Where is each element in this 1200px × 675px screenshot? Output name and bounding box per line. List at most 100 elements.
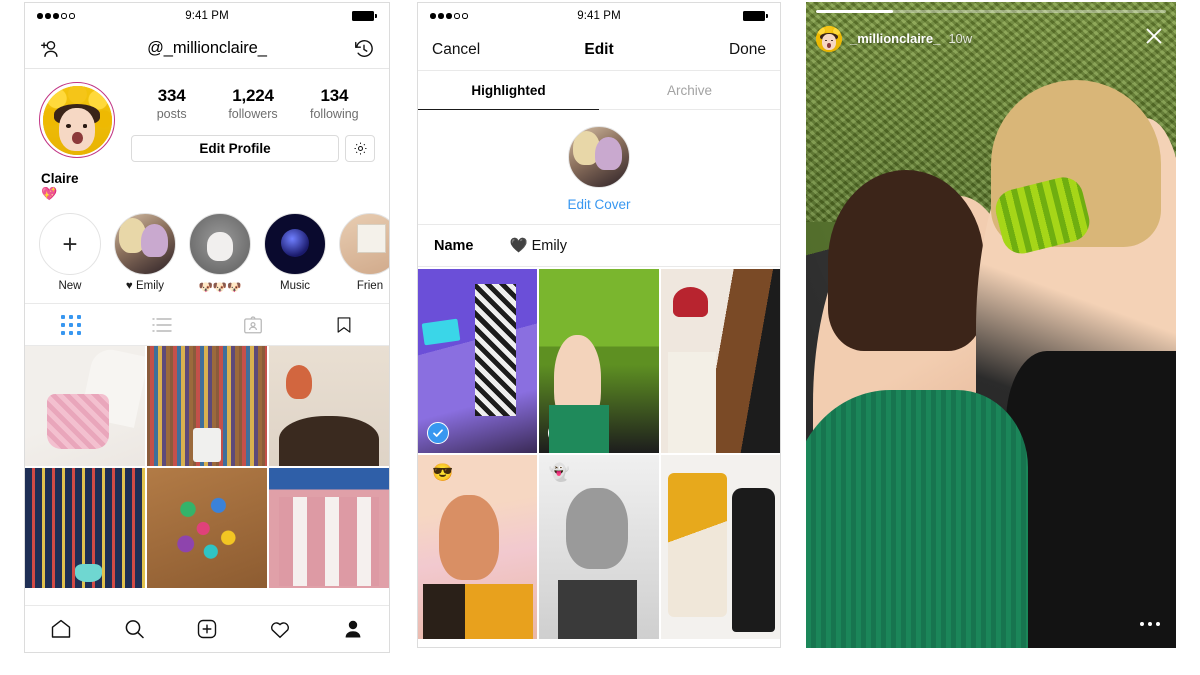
story-cell[interactable] <box>418 269 538 453</box>
plus-square-icon <box>197 619 217 639</box>
story-progress-bar <box>816 10 1166 13</box>
battery-icon <box>743 11 768 21</box>
name-field-value[interactable]: 🖤 Emily <box>510 237 568 254</box>
selected-check-icon[interactable] <box>669 421 692 444</box>
battery-icon <box>352 11 377 21</box>
home-icon <box>52 619 71 638</box>
story-cell[interactable] <box>660 454 780 639</box>
story-highlights-row[interactable]: + New ♥ Emily 🐶🐶🐶 Music Frien <box>25 201 389 305</box>
story-media[interactable] <box>806 2 1176 648</box>
following-count: 134 <box>320 86 349 105</box>
profile-tab[interactable] <box>316 617 389 641</box>
story-cell[interactable]: 😎 <box>418 454 538 639</box>
name-field-row[interactable]: Name 🖤 Emily <box>418 225 780 267</box>
selected-check-icon[interactable] <box>548 421 571 444</box>
ghost-emoji-sticker: 👻 <box>548 463 571 483</box>
post-grid[interactable] <box>25 346 389 589</box>
post-thumbnail[interactable] <box>269 346 389 467</box>
saved-tab[interactable] <box>298 304 389 345</box>
posts-count: 334 <box>157 86 186 105</box>
following-label: following <box>310 107 359 121</box>
tagged-person-icon <box>243 316 262 334</box>
post-thumbnail[interactable] <box>25 468 145 589</box>
status-bar-time: 9:41 PM <box>185 10 229 22</box>
tab-archive[interactable]: Archive <box>599 71 780 109</box>
cancel-button[interactable]: Cancel <box>432 41 480 59</box>
followers-count: 1,224 <box>232 86 274 105</box>
highlight-dogs[interactable]: 🐶🐶🐶 <box>189 213 251 294</box>
add-person-icon[interactable] <box>37 36 63 62</box>
archive-clock-icon[interactable] <box>351 36 377 62</box>
profile-bio: Claire 💖 <box>25 162 389 201</box>
profile-summary: 334 posts 1,224 followers 134 following … <box>25 69 389 162</box>
highlight-friends[interactable]: Frien <box>339 213 389 294</box>
status-bar-time: 9:41 PM <box>577 10 621 22</box>
highlight-label: 🐶🐶🐶 <box>198 282 242 295</box>
done-button[interactable]: Done <box>729 41 766 59</box>
highlight-label: Music <box>279 280 311 293</box>
highlight-emily[interactable]: ♥ Emily <box>114 213 176 294</box>
edit-segment-tabs[interactable]: Highlighted Archive <box>418 71 780 110</box>
edit-profile-button[interactable]: Edit Profile <box>131 135 339 162</box>
followers-label: followers <box>228 107 278 121</box>
close-icon[interactable] <box>1142 24 1166 53</box>
profile-display-name: Claire <box>41 171 79 186</box>
plus-icon: + <box>62 229 78 260</box>
stat-posts[interactable]: 334 posts <box>131 86 212 121</box>
sunglasses-emoji-sticker: 😎 <box>432 463 454 483</box>
posts-label: posts <box>156 107 187 121</box>
heart-icon <box>270 622 289 639</box>
status-bar: 9:41 PM <box>418 3 780 29</box>
story-header: _millionclaire_ 10w <box>816 24 1166 53</box>
bookmark-icon <box>337 317 350 333</box>
post-thumbnail[interactable] <box>147 346 267 467</box>
stat-following[interactable]: 134 following <box>294 86 375 121</box>
highlight-label: ♥ Emily <box>125 280 165 293</box>
highlight-music[interactable]: Music <box>264 213 326 294</box>
grid-icon <box>60 314 81 335</box>
story-cell[interactable] <box>660 269 780 453</box>
create-tab[interactable] <box>171 617 244 641</box>
name-field-label: Name <box>434 237 474 254</box>
search-tab[interactable] <box>98 617 171 641</box>
list-tab[interactable] <box>116 304 207 345</box>
gear-icon[interactable] <box>345 135 375 162</box>
bottom-navigation-bar[interactable] <box>25 605 389 652</box>
story-avatar[interactable] <box>816 25 842 52</box>
list-icon <box>151 318 172 332</box>
story-username[interactable]: _millionclaire_ <box>850 31 940 46</box>
phone-story-viewer: _millionclaire_ 10w <box>806 2 1176 648</box>
post-thumbnail[interactable] <box>269 468 389 589</box>
profile-avatar[interactable] <box>39 82 115 158</box>
highlight-new[interactable]: + New <box>39 213 101 294</box>
highlight-label: Frien <box>356 280 384 293</box>
home-tab[interactable] <box>25 617 98 641</box>
phone-edit-highlight-screen: 9:41 PM Cancel Edit Done Highlighted Arc… <box>417 2 781 648</box>
grid-tab[interactable] <box>25 304 116 345</box>
edit-nav-bar: Cancel Edit Done <box>418 29 780 71</box>
tagged-tab[interactable] <box>207 304 298 345</box>
story-timestamp: 10w <box>948 31 973 46</box>
tab-highlighted[interactable]: Highlighted <box>418 71 599 110</box>
story-cell[interactable] <box>539 269 659 453</box>
archived-stories-grid[interactable]: 😎 👻 <box>418 267 780 639</box>
post-thumbnail[interactable] <box>147 468 267 589</box>
profile-stats: 334 posts 1,224 followers 134 following <box>131 86 375 121</box>
profile-nav-bar: @_millionclaire_ <box>25 29 389 69</box>
cover-section: Edit Cover <box>418 110 780 225</box>
status-bar: 9:41 PM <box>25 3 389 29</box>
person-icon <box>345 620 360 638</box>
profile-bio-emoji: 💖 <box>41 186 58 201</box>
profile-tab-strip[interactable] <box>25 304 389 347</box>
selected-check-icon[interactable] <box>427 421 449 444</box>
activity-tab[interactable] <box>243 617 316 641</box>
story-cell[interactable]: 👻 <box>539 454 659 639</box>
phone-profile-screen: 9:41 PM @_millionclaire_ 334 posts 1,224… <box>24 2 390 653</box>
edit-cover-button[interactable]: Edit Cover <box>418 197 780 212</box>
post-thumbnail[interactable] <box>25 346 145 467</box>
more-options-icon[interactable] <box>1140 622 1160 626</box>
stat-followers[interactable]: 1,224 followers <box>212 86 293 121</box>
search-icon <box>125 620 144 639</box>
profile-handle: @_millionclaire_ <box>147 39 267 57</box>
highlight-cover-thumbnail[interactable] <box>568 126 630 188</box>
